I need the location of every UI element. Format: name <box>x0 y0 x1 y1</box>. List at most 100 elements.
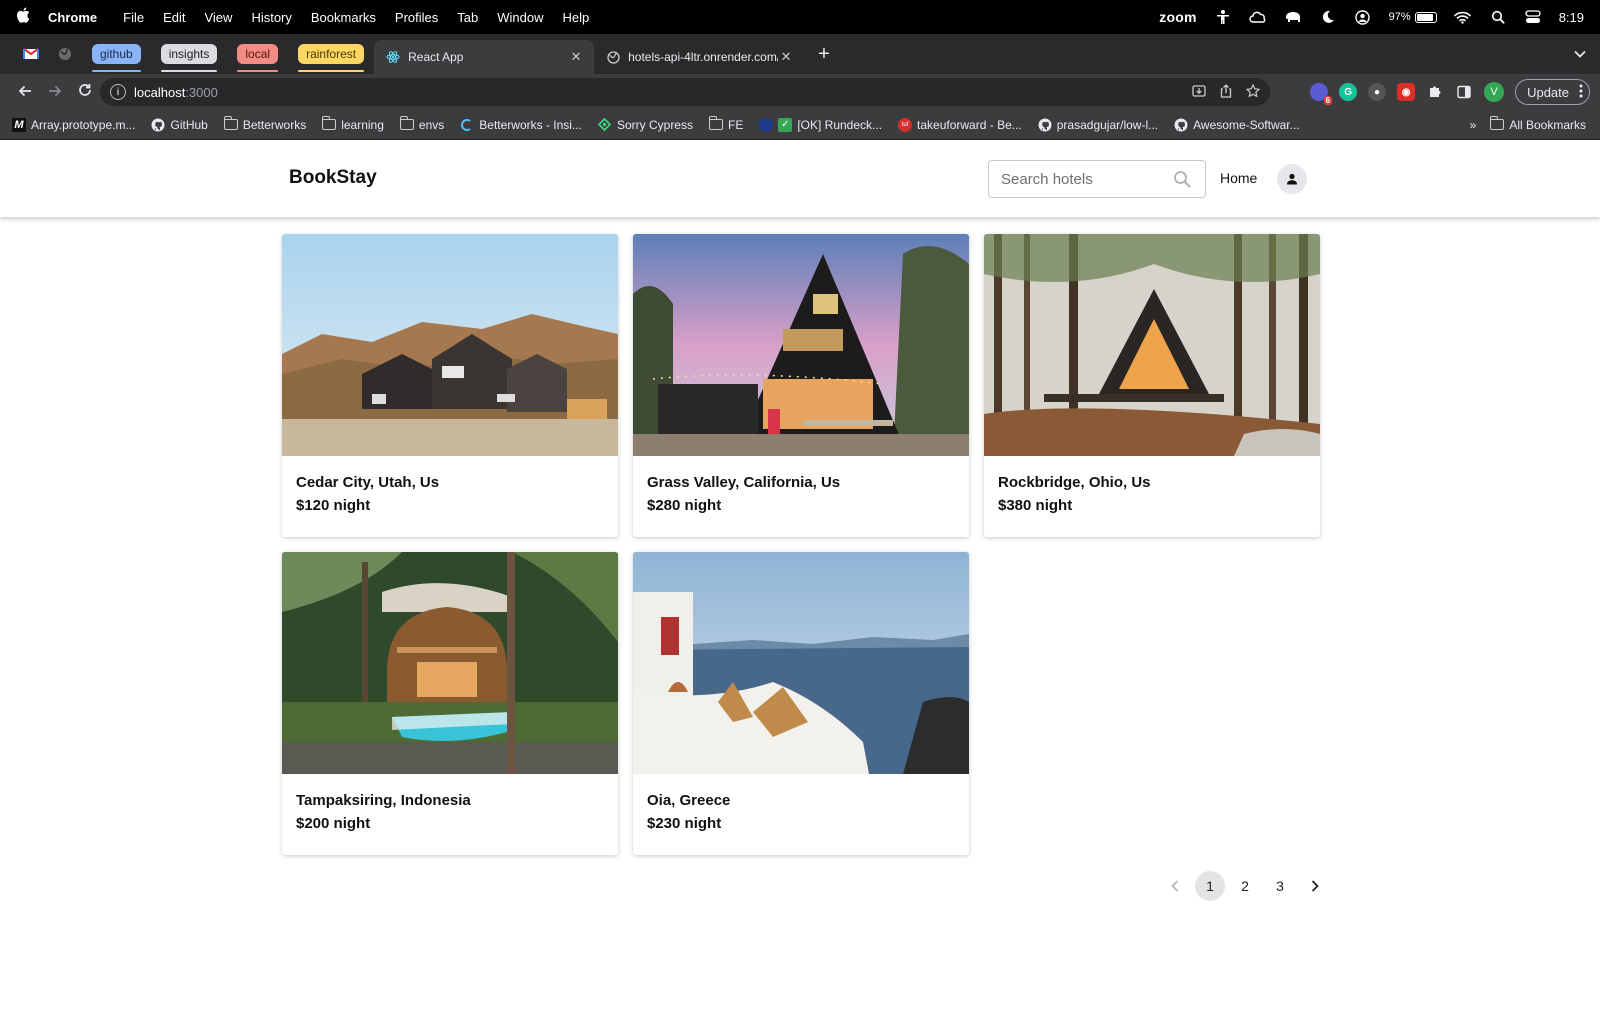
hotel-price: $120 night <box>296 497 371 514</box>
apple-icon[interactable] <box>16 7 44 28</box>
tab-react-app[interactable]: React App ✕ <box>374 40 595 74</box>
brand-logo[interactable]: BookStay <box>289 167 377 189</box>
bookmark-item[interactable]: Sorry Cypress <box>598 118 693 132</box>
hotel-photo <box>633 234 969 456</box>
profile-avatar[interactable]: V <box>1484 82 1505 102</box>
kebab-menu-icon[interactable] <box>1579 84 1583 101</box>
menu-help[interactable]: Help <box>563 10 590 25</box>
new-tab-icon[interactable]: + <box>818 43 830 66</box>
elephant-app-icon[interactable] <box>1284 10 1302 24</box>
extension-icon[interactable]: 6 <box>1310 83 1333 105</box>
react-icon <box>386 50 400 64</box>
account-button[interactable] <box>1277 164 1307 194</box>
tab-title: React App <box>408 50 464 64</box>
bookmark-item[interactable]: ✓ [OK] Rundeck... <box>759 117 882 132</box>
bookmark-folder[interactable]: Betterworks <box>223 116 306 132</box>
bookmark-folder[interactable]: FE <box>708 116 743 132</box>
pagination: 1 2 3 <box>1160 871 1330 901</box>
circle-extension-icon[interactable]: ● <box>1368 83 1387 101</box>
hotel-card[interactable]: Rockbridge, Ohio, Us $380 night <box>984 234 1320 537</box>
url-host: localhost <box>134 84 186 100</box>
accessibility-icon[interactable] <box>1214 10 1232 24</box>
close-tab-icon[interactable]: ✕ <box>568 49 584 65</box>
hotel-card[interactable]: Grass Valley, California, Us $280 night <box>633 234 969 537</box>
battery-status[interactable]: 97% <box>1389 11 1437 23</box>
menu-window[interactable]: Window <box>497 10 543 25</box>
spotlight-search-icon[interactable] <box>1489 10 1507 24</box>
reload-icon[interactable] <box>70 83 100 101</box>
hotel-card[interactable]: Cedar City, Utah, Us $120 night <box>282 234 618 537</box>
bookmarks-right: » All Bookmarks <box>1470 116 1586 132</box>
rundeck-icon <box>759 117 774 132</box>
bookmark-item[interactable]: M Array.prototype.m... <box>12 117 135 132</box>
grammarly-icon[interactable]: G <box>1339 83 1358 101</box>
tab-group-insights[interactable]: insights <box>160 44 218 72</box>
hotel-price: $200 night <box>296 815 371 832</box>
site-info-icon[interactable]: i <box>110 84 126 100</box>
hotel-card[interactable]: Oia, Greece $230 night <box>633 552 969 855</box>
checkmark-icon: ✓ <box>778 117 793 132</box>
pinned-tab-web[interactable] <box>48 39 82 69</box>
hotel-photo <box>984 234 1320 456</box>
search-input[interactable] <box>1001 170 1161 188</box>
next-page-button[interactable] <box>1300 871 1330 901</box>
bookmarks-overflow-icon[interactable]: » <box>1470 118 1477 132</box>
page-1-button[interactable]: 1 <box>1195 871 1225 901</box>
chevron-left-icon <box>1171 880 1179 892</box>
bookmark-item[interactable]: tuf takeuforward - Be... <box>898 117 1022 132</box>
bookmark-item[interactable]: Awesome-Softwar... <box>1174 118 1300 132</box>
page-2-button[interactable]: 2 <box>1230 871 1260 901</box>
tab-hotels-api[interactable]: hotels-api-4ltr.onrender.com/a ✕ <box>594 40 804 74</box>
tab-group-rainforest[interactable]: rainforest <box>298 44 365 72</box>
bookmark-item[interactable]: prasadgujar/low-l... <box>1038 118 1158 132</box>
folder-icon <box>708 116 723 130</box>
previous-page-button[interactable] <box>1160 871 1190 901</box>
screenshot-extension-icon[interactable]: ◉ <box>1397 83 1416 101</box>
nav-home-link[interactable]: Home <box>1220 170 1257 186</box>
menu-file[interactable]: File <box>123 10 144 25</box>
menu-bookmarks[interactable]: Bookmarks <box>311 10 376 25</box>
menu-edit[interactable]: Edit <box>163 10 185 25</box>
search-box[interactable] <box>988 160 1206 198</box>
bookmark-folder[interactable]: learning <box>322 116 384 132</box>
puzzle-extensions-icon[interactable] <box>1426 83 1444 101</box>
menu-tab[interactable]: Tab <box>457 10 478 25</box>
zoom-status-item[interactable]: zoom <box>1159 9 1196 25</box>
menu-profiles[interactable]: Profiles <box>395 10 438 25</box>
user-circle-icon[interactable] <box>1354 9 1372 25</box>
bookmark-star-icon[interactable] <box>1245 83 1261 101</box>
install-app-icon[interactable] <box>1192 84 1206 101</box>
close-tab-icon[interactable]: ✕ <box>778 49 794 65</box>
tab-group-local[interactable]: local <box>237 44 279 72</box>
menu-history[interactable]: History <box>251 10 291 25</box>
control-center-icon[interactable] <box>1524 10 1542 24</box>
search-icon[interactable] <box>1173 170 1191 193</box>
tab-search-chevron-icon[interactable] <box>1574 47 1586 61</box>
update-button[interactable]: Update <box>1515 79 1590 105</box>
cloud-sync-icon[interactable] <box>1249 10 1267 24</box>
back-arrow-icon[interactable] <box>10 84 40 101</box>
side-panel-icon[interactable] <box>1455 83 1473 101</box>
bookmark-item[interactable]: GitHub <box>151 118 208 132</box>
wifi-icon[interactable] <box>1454 10 1472 24</box>
bookmark-label: Betterworks - Insi... <box>479 117 582 132</box>
battery-icon <box>1414 11 1437 23</box>
forward-arrow-icon[interactable] <box>40 84 70 101</box>
bookmark-item[interactable]: Betterworks - Insi... <box>460 118 582 132</box>
menu-app-name[interactable]: Chrome <box>48 10 97 25</box>
share-icon[interactable] <box>1220 83 1232 101</box>
menubar-clock[interactable]: 8:19 <box>1559 10 1584 25</box>
hotel-card[interactable]: Tampaksiring, Indonesia $200 night <box>282 552 618 855</box>
moon-icon[interactable] <box>1319 10 1337 24</box>
extensions-area: 6 G ● ◉ V Update <box>1310 79 1590 105</box>
bookmark-folder[interactable]: envs <box>399 116 444 132</box>
all-bookmarks-button[interactable]: All Bookmarks <box>1490 116 1586 132</box>
extension-badge: 6 <box>1323 96 1333 105</box>
menu-view[interactable]: View <box>204 10 232 25</box>
hotel-location: Grass Valley, California, Us <box>647 474 841 491</box>
tab-group-github[interactable]: github <box>92 44 141 72</box>
pinned-tab-gmail[interactable] <box>14 39 48 69</box>
address-bar[interactable]: i localhost:3000 <box>100 78 1270 106</box>
page-3-button[interactable]: 3 <box>1265 871 1295 901</box>
hotel-photo <box>633 552 969 774</box>
